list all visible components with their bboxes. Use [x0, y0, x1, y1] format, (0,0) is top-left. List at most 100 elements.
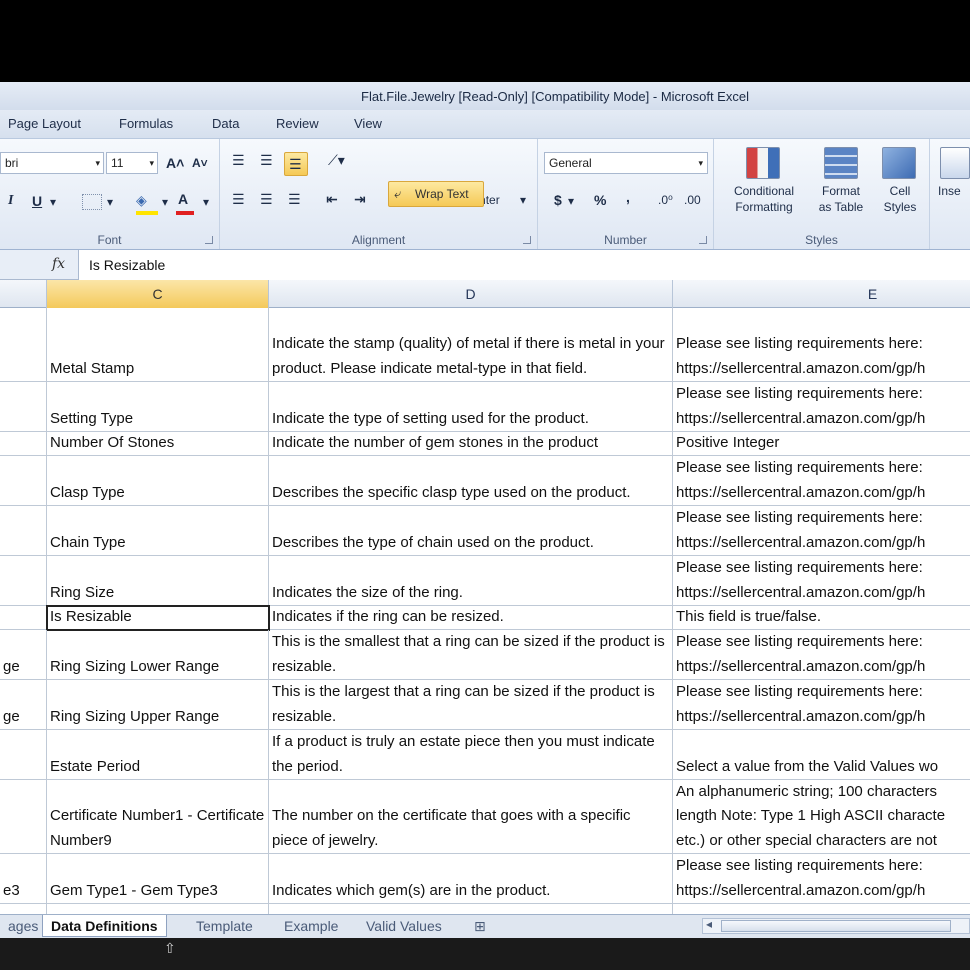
cell-d[interactable]: Indicate the type of setting used for th…: [269, 382, 673, 431]
cell-e[interactable]: This field is true/false.: [673, 606, 970, 629]
cell-d[interactable]: This is the smallest that a ring can be …: [269, 630, 673, 679]
decrease-decimal-icon[interactable]: .00: [684, 190, 701, 210]
cell-c[interactable]: Chain Type: [47, 506, 269, 555]
cell-e[interactable]: Positive Integer: [673, 432, 970, 455]
tab-page-layout[interactable]: Page Layout: [8, 116, 81, 131]
cell-e[interactable]: Please see listing requirements here: ht…: [673, 854, 970, 903]
number-format-box[interactable]: General ▾: [544, 152, 708, 174]
cell-e[interactable]: Please see listing requirements here:: [673, 904, 970, 915]
align-left-icon[interactable]: ☰: [232, 189, 245, 209]
cell-c[interactable]: [47, 904, 269, 914]
cell-c[interactable]: Ring Sizing Lower Range: [47, 630, 269, 679]
cell-d[interactable]: The number on the certificate that goes …: [269, 780, 673, 853]
cell-d[interactable]: Describes the specific clasp type used o…: [269, 456, 673, 505]
cell-c[interactable]: Number Of Stones: [47, 432, 269, 455]
percent-button[interactable]: %: [594, 190, 606, 210]
cell-e[interactable]: Please see listing requirements here: ht…: [673, 630, 970, 679]
column-header-c[interactable]: C: [47, 280, 269, 308]
cell-b[interactable]: [0, 904, 47, 914]
font-dialog-launcher-icon[interactable]: [205, 236, 213, 244]
cell-e[interactable]: Please see listing requirements here: ht…: [673, 382, 970, 431]
cell-c[interactable]: Clasp Type: [47, 456, 269, 505]
cell-c[interactable]: Certificate Number1 - Certificate Number…: [47, 780, 269, 853]
sheet-tab-valid-values[interactable]: Valid Values: [358, 915, 450, 937]
font-color-icon[interactable]: A: [178, 189, 188, 209]
cell-d[interactable]: Indicates which gem(s) are in the produc…: [269, 854, 673, 903]
align-center-icon[interactable]: ☰: [260, 189, 273, 209]
cell-d[interactable]: Indicate the number of gem stones in the…: [269, 432, 673, 455]
cell-c[interactable]: Metal Stamp: [47, 308, 269, 381]
align-top-icon[interactable]: ☰: [232, 150, 245, 170]
scroll-left-icon[interactable]: ◂: [706, 917, 712, 931]
cell-b[interactable]: [0, 308, 47, 381]
cell-d[interactable]: Indicate the stamp (quality) of metal if…: [269, 308, 673, 381]
cell-c[interactable]: Setting Type: [47, 382, 269, 431]
cell-b[interactable]: [0, 382, 47, 431]
cell-e[interactable]: Please see listing requirements here: ht…: [673, 456, 970, 505]
italic-button[interactable]: I: [8, 191, 13, 211]
formula-input[interactable]: Is Resizable: [78, 250, 970, 280]
cell-d[interactable]: Describes the type of chain used on the …: [269, 506, 673, 555]
cell-c[interactable]: Ring Sizing Upper Range: [47, 680, 269, 729]
font-size-box[interactable]: 11 ▾: [106, 152, 158, 174]
chevron-down-icon[interactable]: ▾: [50, 192, 56, 212]
cell-e[interactable]: Please see listing requirements here: ht…: [673, 556, 970, 605]
cell-c[interactable]: Ring Size: [47, 556, 269, 605]
cell-b[interactable]: [0, 780, 47, 853]
number-dialog-launcher-icon[interactable]: [699, 236, 707, 244]
cell-b[interactable]: [0, 606, 47, 629]
cell-c[interactable]: Gem Type1 - Gem Type3: [47, 854, 269, 903]
cell-d[interactable]: This is the largest that a ring can be s…: [269, 680, 673, 729]
horizontal-scroll-thumb[interactable]: [721, 920, 951, 932]
currency-button[interactable]: $: [554, 190, 562, 210]
comma-button[interactable]: ,: [626, 187, 630, 207]
increase-decimal-icon[interactable]: .0⁰: [658, 190, 673, 210]
increase-indent-icon[interactable]: ⇥: [354, 189, 366, 209]
cell-b[interactable]: [0, 556, 47, 605]
alignment-dialog-launcher-icon[interactable]: [523, 236, 531, 244]
grow-font-icon[interactable]: A˄: [166, 153, 184, 173]
sheet-tab-data-definitions[interactable]: Data Definitions: [42, 915, 167, 937]
chevron-down-icon[interactable]: ▾: [203, 192, 209, 212]
cell-b[interactable]: [0, 730, 47, 779]
cell-b[interactable]: [0, 456, 47, 505]
chevron-down-icon[interactable]: ▾: [568, 191, 574, 211]
cell-c[interactable]: Estate Period: [47, 730, 269, 779]
cell-c[interactable]: Is Resizable: [47, 606, 269, 629]
align-middle-icon[interactable]: ☰: [260, 150, 273, 170]
fill-color-icon[interactable]: ◈: [136, 190, 147, 210]
cell-d[interactable]: [269, 904, 673, 914]
borders-icon[interactable]: [82, 194, 102, 210]
column-header-d[interactable]: D: [269, 280, 673, 308]
cell-b[interactable]: [0, 432, 47, 455]
cell-e[interactable]: Select a value from the Valid Values wo: [673, 730, 970, 779]
cell-d[interactable]: If a product is truly an estate piece th…: [269, 730, 673, 779]
tab-data[interactable]: Data: [212, 116, 239, 131]
fx-icon[interactable]: fx: [52, 256, 65, 272]
wrap-text-button[interactable]: ⤶ Wrap Text: [388, 181, 484, 207]
font-name-box[interactable]: bri ▾: [0, 152, 104, 174]
insert-sheet-icon[interactable]: ⊞: [466, 915, 494, 937]
horizontal-scrollbar[interactable]: ◂: [702, 917, 970, 934]
cell-e[interactable]: Please see listing requirements here: ht…: [673, 680, 970, 729]
chevron-down-icon[interactable]: ▾: [107, 192, 113, 212]
align-right-icon[interactable]: ☰: [288, 189, 301, 209]
sheet-tab-template[interactable]: Template: [188, 915, 261, 937]
decrease-indent-icon[interactable]: ⇤: [326, 189, 338, 209]
column-header-e[interactable]: E: [673, 280, 970, 308]
cell-d[interactable]: Indicates the size of the ring.: [269, 556, 673, 605]
orientation-icon[interactable]: ⟋▾: [328, 150, 345, 170]
sheet-tab-example[interactable]: Example: [276, 915, 346, 937]
cell-b[interactable]: [0, 506, 47, 555]
cell-b[interactable]: ge: [0, 630, 47, 679]
sheet-tab-ages[interactable]: ages: [0, 915, 46, 937]
cell-e[interactable]: Please see listing requirements here: ht…: [673, 506, 970, 555]
cell-b[interactable]: ge: [0, 680, 47, 729]
tab-formulas[interactable]: Formulas: [119, 116, 173, 131]
tab-review[interactable]: Review: [276, 116, 319, 131]
cell-e[interactable]: Please see listing requirements here: ht…: [673, 308, 970, 381]
shrink-font-icon[interactable]: A˅: [192, 153, 208, 173]
cell-b[interactable]: e3: [0, 854, 47, 903]
column-header-b[interactable]: [0, 280, 47, 308]
cell-e[interactable]: An alphanumeric string; 100 characters l…: [673, 780, 970, 853]
